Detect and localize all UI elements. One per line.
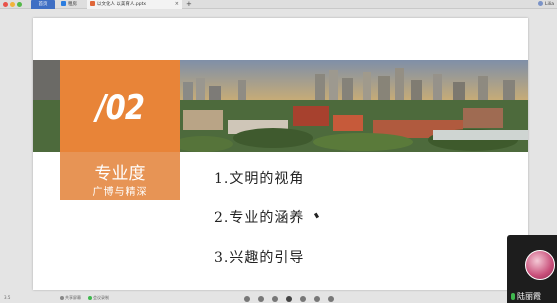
presentation-slide: /02 专业度 广博与精深 1.文明的视角 2.专业的涵养 3.兴趣的引导 (33, 18, 528, 290)
record-icon (88, 296, 92, 300)
close-window-icon[interactable] (3, 2, 8, 7)
share-icon (60, 296, 64, 300)
microphone-icon (511, 293, 515, 300)
user-menu[interactable]: Lilia (537, 0, 554, 9)
tab-home[interactable]: 首页 (31, 0, 55, 9)
section-title: 专业度 (94, 164, 146, 184)
tab-app-icon (61, 1, 66, 6)
participant-name: 陆丽霞 (517, 292, 541, 301)
record-label: 会议录制 (93, 295, 109, 300)
tab-second-label: 租房 (68, 2, 77, 7)
tab-bar: 首页 租房 以文化人 以美育人.pptx × + Lilia (0, 0, 557, 9)
page-dot[interactable] (300, 296, 306, 302)
share-screen-button[interactable]: 共享屏幕 (60, 295, 81, 301)
new-tab-button[interactable]: + (186, 0, 192, 9)
user-name: Lilia (544, 2, 554, 7)
minimize-window-icon[interactable] (10, 2, 15, 7)
tab-document[interactable]: 以文化人 以美育人.pptx × (87, 0, 182, 9)
participant-name-row: 陆丽霞 (511, 291, 541, 302)
ppt-file-icon (90, 1, 95, 6)
share-label: 共享屏幕 (65, 295, 81, 300)
list-item: 3.兴趣的引导 (214, 250, 305, 266)
tab-second[interactable]: 租房 (58, 0, 85, 9)
section-number: /02 (95, 88, 145, 128)
maximize-window-icon[interactable] (17, 2, 22, 7)
tab-close-icon[interactable]: × (175, 0, 179, 9)
page-dot[interactable] (286, 296, 292, 302)
screen: 首页 租房 以文化人 以美育人.pptx × + Lilia /02 专业度 广… (0, 0, 557, 303)
user-avatar-icon (537, 1, 543, 6)
list-item: 1.文明的视角 (214, 171, 305, 187)
participant-video-tile[interactable]: 陆丽霞 (507, 235, 557, 303)
record-button[interactable]: 会议录制 (88, 295, 109, 301)
page-dot[interactable] (272, 296, 278, 302)
page-dot[interactable] (328, 296, 334, 302)
section-subtitle: 广博与精深 (92, 187, 148, 198)
bottom-toolbar: 3.5 共享屏幕 会议录制 (0, 293, 507, 303)
tab-home-label: 首页 (38, 2, 48, 7)
participant-avatar (525, 250, 555, 280)
mouse-cursor-icon (313, 212, 320, 219)
page-dot[interactable] (314, 296, 320, 302)
page-dot[interactable] (244, 296, 250, 302)
tab-document-label: 以文化人 以美育人.pptx (97, 2, 147, 7)
list-item: 2.专业的涵养 (214, 210, 305, 226)
status-text: 3.5 (4, 295, 11, 300)
page-dot[interactable] (258, 296, 264, 302)
